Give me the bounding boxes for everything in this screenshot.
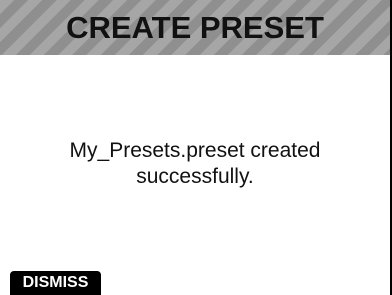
message-line-1: My_Presets.preset created bbox=[69, 139, 321, 162]
dialog-title: CREATE PRESET bbox=[66, 9, 324, 45]
create-preset-dialog: CREATE PRESET My_Presets.preset created … bbox=[0, 0, 392, 295]
dialog-message: My_Presets.preset created successfully. bbox=[20, 138, 370, 190]
dismiss-button[interactable]: DISMISS bbox=[10, 271, 101, 295]
dialog-title-bar: CREATE PRESET bbox=[0, 0, 390, 55]
message-line-2: successfully. bbox=[136, 165, 254, 188]
